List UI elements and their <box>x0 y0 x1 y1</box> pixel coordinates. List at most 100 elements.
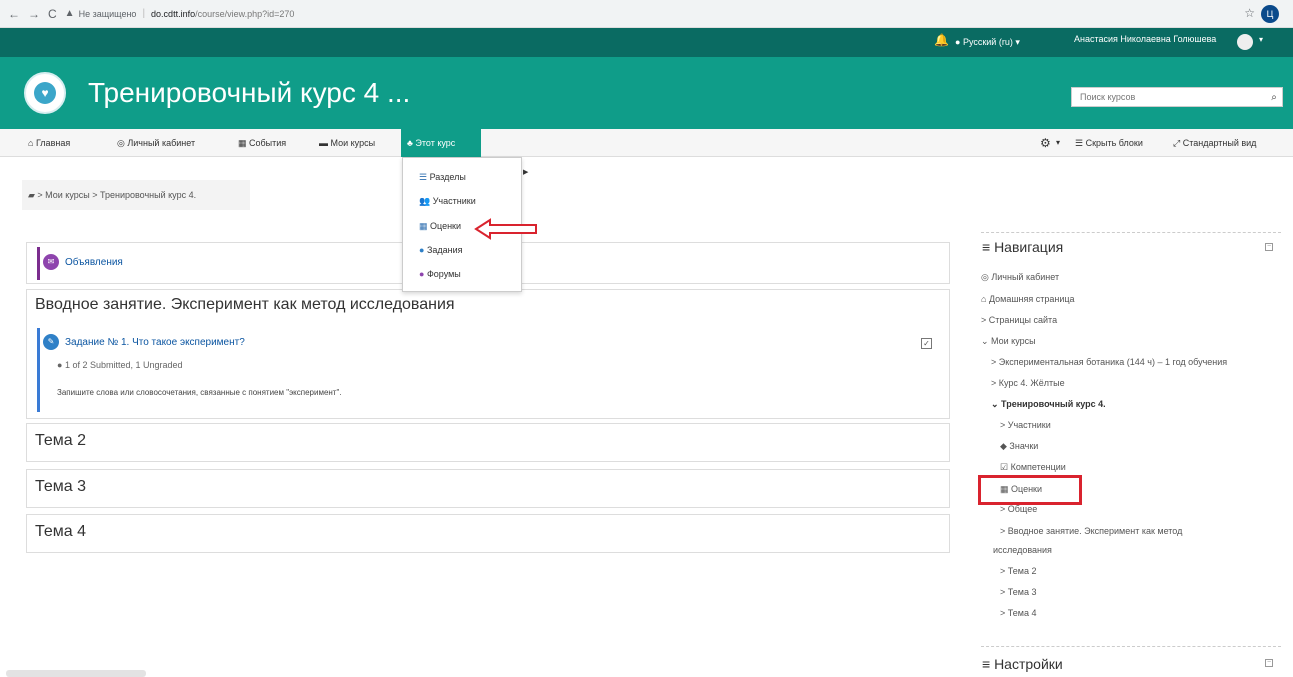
task-status: ● 1 of 2 Submitted, 1 Ungraded <box>57 360 183 370</box>
nav-tree-tema-3[interactable]: > Тема 3 <box>1000 587 1036 597</box>
shield-icon: ◆ <box>1000 441 1010 451</box>
warning-icon: ▲ <box>64 8 75 19</box>
url-host: do.cdtt.info <box>151 8 196 19</box>
completion-checkbox[interactable]: ✓ <box>921 338 932 349</box>
top-user-bar: 🔔 ● Русский (ru) ▾ Анастасия Николаевна … <box>0 28 1293 57</box>
nav-tree-competencies[interactable]: ☑ Компетенции <box>1000 462 1066 473</box>
nav-this-course-label: Этот курс <box>415 138 456 148</box>
chevron-down-icon: ⌄ <box>981 336 992 346</box>
course-search-input[interactable] <box>1072 88 1266 106</box>
home-icon: ⌂ <box>981 294 989 304</box>
course-title: Тренировочный курс 4 ... <box>88 77 411 108</box>
nav-tree-my-courses[interactable]: ⌄ Мои курсы <box>981 336 1036 347</box>
breadcrumb-path[interactable]: > Мои курсы > Тренировочный курс 4. <box>37 190 196 200</box>
address-bar[interactable]: do.cdtt.info/course/view.php?id=270 <box>151 9 294 19</box>
nav-dashboard-label: Личный кабинет <box>127 138 196 148</box>
security-label: Не защищено <box>78 8 137 19</box>
intro-section: Вводное занятие. Эксперимент как метод и… <box>26 289 950 419</box>
nav-events[interactable]: ▦ События <box>232 129 292 157</box>
language-menu[interactable]: ● Русский (ru) ▾ <box>955 37 1020 48</box>
nav-tree-general[interactable]: > Общее <box>1000 504 1037 514</box>
logo-emblem-icon: ♥ <box>34 82 56 104</box>
folder-icon: ▰ <box>28 190 38 200</box>
horizontal-scrollbar[interactable] <box>6 670 146 677</box>
nav-tree-intro-section-cont[interactable]: исследования <box>993 545 1052 555</box>
dropdown-forums-label: Форумы <box>426 269 461 279</box>
forward-icon[interactable]: → <box>28 7 40 21</box>
user-menu-caret-icon[interactable]: ▾ <box>1259 35 1263 44</box>
dropdown-item-forums[interactable]: ● Форумы <box>419 269 461 279</box>
nav-tree-tema-4[interactable]: > Тема 4 <box>1000 608 1036 618</box>
nav-tree-site-pages[interactable]: > Страницы сайта <box>981 315 1057 325</box>
nav-tree-tema-2[interactable]: > Тема 2 <box>1000 566 1036 576</box>
dropdown-assignments-label: Задания <box>426 245 463 255</box>
dropdown-item-grades[interactable]: ▦ Оценки <box>419 221 461 232</box>
home-icon: ⌂ <box>28 138 36 148</box>
url-path: /course/view.php?id=270 <box>195 8 295 19</box>
chevron-down-icon: ⌄ <box>991 399 1002 409</box>
hide-blocks-icon: ☰ <box>1075 138 1086 148</box>
dropdown-grades-label: Оценки <box>430 221 462 231</box>
hide-blocks-button[interactable]: ☰ Скрыть блоки <box>1075 129 1143 157</box>
dropdown-item-assignments[interactable]: ● Задания <box>419 245 463 255</box>
globe-icon: ● <box>955 37 963 47</box>
nav-tree-badges[interactable]: ◆ Значки <box>1000 441 1038 452</box>
menu-icon: ≡ <box>982 239 995 255</box>
section-tema-4: Тема 4 <box>26 514 950 553</box>
forum-icon: ● <box>419 269 427 279</box>
briefcase-icon: ▬ <box>319 138 331 148</box>
intro-section-title: Вводное занятие. Эксперимент как метод и… <box>35 296 455 313</box>
breadcrumb: ▰ > Мои курсы > Тренировочный курс 4. <box>22 180 250 210</box>
bookmark-star-icon[interactable]: ☆ <box>1244 6 1255 20</box>
dropdown-item-sections[interactable]: ☰ Разделы <box>419 172 466 183</box>
nav-events-label: События <box>249 138 287 148</box>
hide-blocks-label: Скрыть блоки <box>1085 138 1143 148</box>
nav-tree-participants[interactable]: > Участники <box>1000 420 1051 430</box>
nav-my-courses[interactable]: ▬ Мои курсы <box>313 129 381 157</box>
nav-tree-label: Значки <box>1009 441 1039 451</box>
notification-bell-icon[interactable]: 🔔 <box>934 33 949 47</box>
section-title: Тема 4 <box>35 523 87 540</box>
task-accent-bar <box>37 328 40 412</box>
gear-icon[interactable]: ⚙ <box>1040 136 1051 150</box>
nav-tree-label: Домашняя страница <box>988 294 1075 304</box>
nav-tree-dashboard[interactable]: ◎ Личный кабинет <box>981 272 1059 283</box>
announcements-accent-bar <box>37 247 40 280</box>
nav-tree-intro-section[interactable]: > Вводное занятие. Эксперимент как метод <box>1000 526 1182 536</box>
assignment-icon: ● <box>419 245 427 255</box>
nav-home[interactable]: ⌂ Главная <box>22 129 76 157</box>
announcements-link[interactable]: Объявления <box>65 257 123 268</box>
section-tema-3: Тема 3 <box>26 469 950 508</box>
calendar-icon: ▦ <box>238 138 250 148</box>
nav-dashboard[interactable]: ◎ Личный кабинет <box>111 129 201 157</box>
standard-view-button[interactable]: ⤢ Стандартный вид <box>1173 129 1256 157</box>
course-header: ♥ Тренировочный курс 4 ... ⌕ <box>0 57 1293 129</box>
section-title: Тема 2 <box>35 432 87 449</box>
browser-profile-avatar[interactable]: Ц <box>1261 5 1279 23</box>
nav-tree-label: Личный кабинет <box>991 272 1060 282</box>
gear-caret-icon[interactable]: ▾ <box>1056 138 1060 147</box>
standard-view-label: Стандартный вид <box>1182 138 1257 148</box>
nav-tree-label: Мои курсы <box>991 336 1036 346</box>
menu-icon: ≡ <box>982 656 995 672</box>
nav-tree-current-course[interactable]: ⌄ Тренировочный курс 4. <box>991 399 1106 410</box>
user-name[interactable]: Анастасия Николаевна Голюшева <box>1074 34 1216 44</box>
nav-tree-course-botany[interactable]: > Экспериментальная ботаника (144 ч) – 1… <box>991 357 1227 367</box>
dropdown-item-participants[interactable]: 👥 Участники <box>419 196 476 207</box>
nav-tree-course-yellow[interactable]: > Курс 4. Жёлтые <box>991 378 1065 388</box>
nav-tree-home[interactable]: ⌂ Домашняя страница <box>981 294 1075 304</box>
site-logo[interactable]: ♥ <box>24 72 66 114</box>
collapse-icon[interactable]: − <box>1265 243 1273 251</box>
search-icon[interactable]: ⌕ <box>1266 92 1282 103</box>
collapse-icon[interactable]: − <box>1265 659 1273 667</box>
user-avatar[interactable] <box>1237 34 1253 50</box>
navigation-block-divider <box>981 232 1281 233</box>
back-icon[interactable]: ← <box>8 7 20 21</box>
nav-tree-label: Тренировочный курс 4. <box>1001 399 1106 409</box>
nav-this-course[interactable]: ♣ Этот курс <box>401 129 481 157</box>
task-link[interactable]: Задание № 1. Что такое эксперимент? <box>65 337 245 348</box>
nav-my-courses-label: Мои курсы <box>330 138 376 148</box>
assignment-icon: ✎ <box>43 334 59 350</box>
reload-icon[interactable]: C <box>48 7 57 21</box>
language-label: Русский (ru) <box>962 37 1013 47</box>
